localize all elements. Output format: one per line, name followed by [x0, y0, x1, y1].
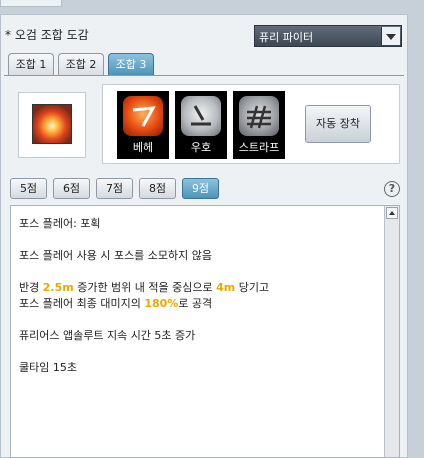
effect-line: 쿨타임 15초: [19, 361, 77, 374]
effect-line: 퓨리어스 앱솔루트 지속 시간 5초 증가: [19, 329, 196, 342]
effect-paragraph: 반경 2.5m 증가한 범위 내 적을 중심으로 4m 당기고 포스 플레어 최…: [19, 280, 379, 312]
main-skill-slot: [18, 92, 86, 158]
strafe-icon: [239, 96, 279, 136]
combo-skill-label: 스트라프: [238, 141, 280, 154]
combo-skill-label: 우호: [190, 141, 212, 154]
uho-icon: [181, 96, 221, 136]
combo-skill-3[interactable]: 스트라프: [233, 91, 285, 159]
class-select-value: 퓨리 파이터: [259, 31, 314, 44]
auto-equip-button[interactable]: 자동 장착: [305, 105, 371, 143]
effect-text: 증가한 범위 내 적을 중심으로: [73, 281, 217, 294]
points-6-button[interactable]: 6점: [53, 178, 90, 199]
combo-skill-1[interactable]: 베헤: [117, 91, 169, 159]
tab-combo-3[interactable]: 조합 3: [108, 53, 154, 75]
effect-description-panel: 포스 플레어: 포획 포스 플레어 사용 시 포스를 소모하지 않음 반경 2.…: [10, 205, 400, 458]
force-flare-icon[interactable]: [32, 104, 72, 144]
tab-divider: [4, 75, 404, 76]
tab-combo-2[interactable]: 조합 2: [58, 53, 104, 75]
tab-combo-1[interactable]: 조합 1: [8, 53, 54, 75]
effect-value: 180%: [144, 297, 179, 310]
points-5-button[interactable]: 5점: [10, 178, 47, 199]
top-window-edge: [0, 0, 62, 7]
scroll-up-arrow-icon[interactable]: [386, 207, 398, 219]
effect-text: 로 공격: [178, 297, 213, 310]
description-scrollbar[interactable]: [384, 206, 399, 457]
effect-value: 4m: [216, 281, 236, 294]
effect-value: 2.5m: [42, 281, 74, 294]
effect-line: 포스 플레어: 포획: [19, 217, 101, 230]
effect-description-text: 포스 플레어: 포획 포스 플레어 사용 시 포스를 소모하지 않음 반경 2.…: [19, 216, 379, 392]
effect-line: 포스 플레어 사용 시 포스를 소모하지 않음: [19, 249, 213, 262]
effect-text: 포스 플레어 최종 대미지의: [19, 297, 145, 310]
chevron-down-icon[interactable]: [381, 27, 400, 45]
combo-skill-2[interactable]: 우호: [175, 91, 227, 159]
beheh-icon: [123, 96, 163, 136]
points-8-button[interactable]: 8점: [139, 178, 176, 199]
class-select-dropdown[interactable]: 퓨리 파이터: [254, 25, 402, 47]
points-9-button[interactable]: 9점: [182, 178, 219, 199]
combo-skill-label: 베헤: [132, 141, 154, 154]
help-icon[interactable]: ?: [384, 181, 400, 197]
effect-text: 당기고: [235, 281, 270, 294]
effect-text: 반경: [19, 281, 43, 294]
panel-title: * 오검 조합 도감: [5, 28, 89, 42]
points-7-button[interactable]: 7점: [96, 178, 133, 199]
